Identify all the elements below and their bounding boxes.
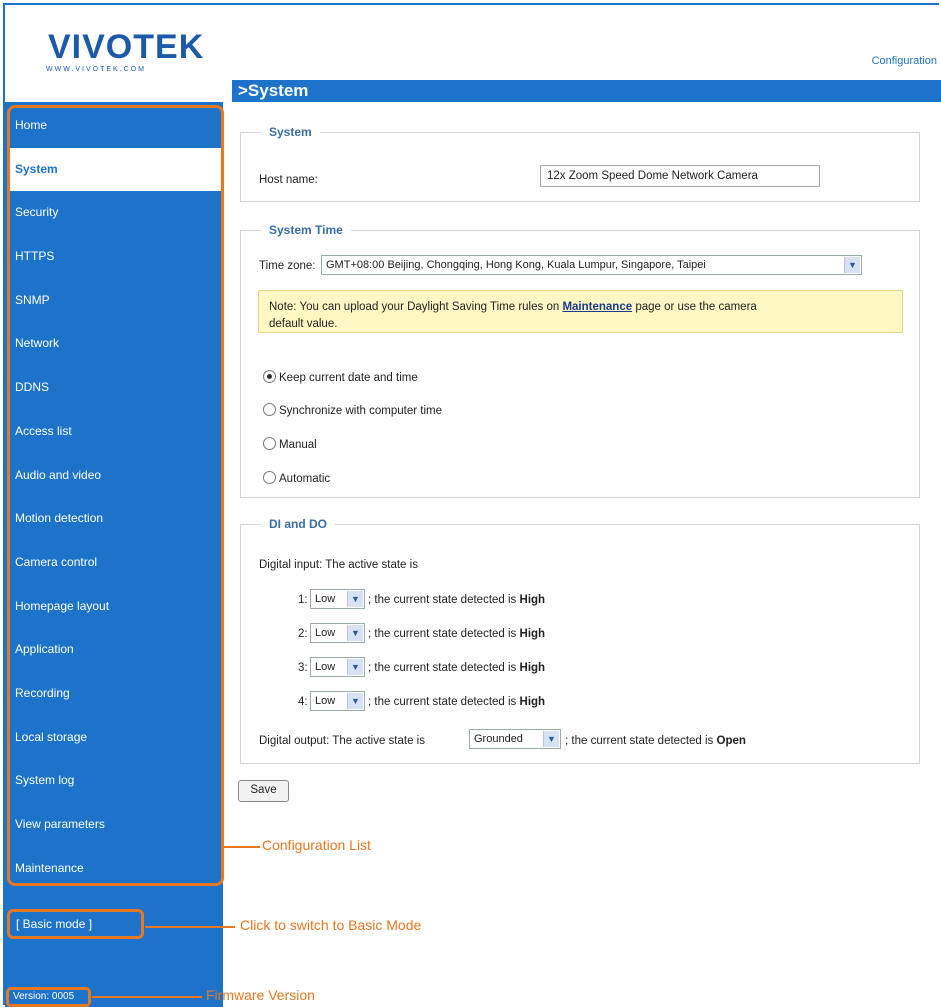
di-1-state: ; the current state detected is High	[368, 594, 546, 606]
digital-input-label: Digital input: The active state is	[259, 559, 418, 571]
radio-label: Manual	[279, 439, 317, 451]
firmware-version: Version: 0005	[6, 987, 91, 1007]
radio-selected-icon[interactable]	[263, 370, 276, 383]
logo-text: VIVOTEK	[48, 28, 205, 66]
radio-sync-computer[interactable]: Synchronize with computer time	[263, 403, 442, 417]
time-zone-value: GMT+08:00 Beijing, Chongqing, Hong Kong,…	[326, 259, 706, 271]
host-name-label: Host name:	[259, 174, 318, 186]
di-2-value: Low	[315, 627, 336, 639]
di-3-number: 3:	[298, 662, 308, 674]
radio-icon[interactable]	[263, 437, 276, 450]
host-name-input[interactable]: 12x Zoom Speed Dome Network Camera	[540, 165, 820, 187]
di-2-state: ; the current state detected is High	[368, 628, 546, 640]
radio-label: Automatic	[279, 473, 331, 485]
radio-manual[interactable]: Manual	[263, 437, 317, 451]
digital-output-label: Digital output: The active state is	[259, 735, 425, 747]
time-zone-select[interactable]: GMT+08:00 Beijing, Chongqing, Hong Kong,…	[321, 255, 862, 275]
dst-note: Note: You can upload your Daylight Savin…	[258, 290, 903, 333]
di-3-select[interactable]: Low ▼	[310, 657, 365, 677]
radio-icon[interactable]	[263, 403, 276, 416]
radio-keep-current[interactable]: Keep current date and time	[263, 370, 418, 384]
di-4-number: 4:	[298, 696, 308, 708]
callout-leader-firmware	[92, 996, 202, 998]
di-3-value: Low	[315, 661, 336, 673]
radio-icon[interactable]	[263, 471, 276, 484]
di-4-value: Low	[315, 695, 336, 707]
note-text-post: page or use the camera	[635, 301, 757, 313]
note-text-pre: Note: You can upload your Daylight Savin…	[269, 301, 560, 313]
callout-basic-mode: Click to switch to Basic Mode	[240, 917, 422, 933]
radio-label: Keep current date and time	[279, 372, 418, 384]
callout-leader-config	[224, 846, 260, 848]
chevron-down-icon: ▼	[347, 659, 363, 675]
save-button[interactable]: Save	[238, 780, 289, 802]
basic-mode-link[interactable]: [ Basic mode ]	[7, 909, 144, 939]
di-2-select[interactable]: Low ▼	[310, 623, 365, 643]
di-1-select[interactable]: Low ▼	[310, 589, 365, 609]
do-state: ; the current state detected is Open	[565, 735, 746, 747]
chevron-down-icon: ▼	[347, 591, 363, 607]
chevron-down-icon: ▼	[543, 731, 559, 747]
do-value: Grounded	[474, 733, 523, 745]
page-title: >System	[238, 81, 309, 100]
di-2-number: 2:	[298, 628, 308, 640]
di-1-value: Low	[315, 593, 336, 605]
logo-url: WWW.VIVOTEK.COM	[46, 66, 146, 73]
system-time-legend: System Time	[261, 223, 351, 237]
configuration-link[interactable]: Configuration	[872, 55, 937, 67]
do-select[interactable]: Grounded ▼	[469, 729, 561, 749]
title-bar: >System	[232, 80, 941, 102]
radio-automatic[interactable]: Automatic	[263, 471, 330, 485]
callout-firmware-version: Firmware Version	[206, 987, 315, 1003]
chevron-down-icon: ▼	[347, 693, 363, 709]
maintenance-link[interactable]: Maintenance	[562, 301, 632, 313]
chevron-down-icon: ▼	[844, 257, 860, 273]
vivotek-logo: VIVOTEK WWW.VIVOTEK.COM	[30, 22, 203, 78]
di-3-state: ; the current state detected is High	[368, 662, 546, 674]
callout-leader-basic	[145, 926, 235, 928]
configuration-list-highlight	[7, 105, 224, 886]
time-zone-label: Time zone:	[259, 260, 316, 272]
di-4-select[interactable]: Low ▼	[310, 691, 365, 711]
di-4-state: ; the current state detected is High	[368, 696, 546, 708]
system-legend: System	[261, 125, 320, 139]
di-1-number: 1:	[298, 594, 308, 606]
chevron-down-icon: ▼	[347, 625, 363, 641]
di-do-legend: DI and DO	[261, 517, 336, 531]
radio-label: Synchronize with computer time	[279, 405, 442, 417]
callout-configuration-list: Configuration List	[262, 837, 371, 853]
note-text-line2: default value.	[269, 318, 338, 330]
